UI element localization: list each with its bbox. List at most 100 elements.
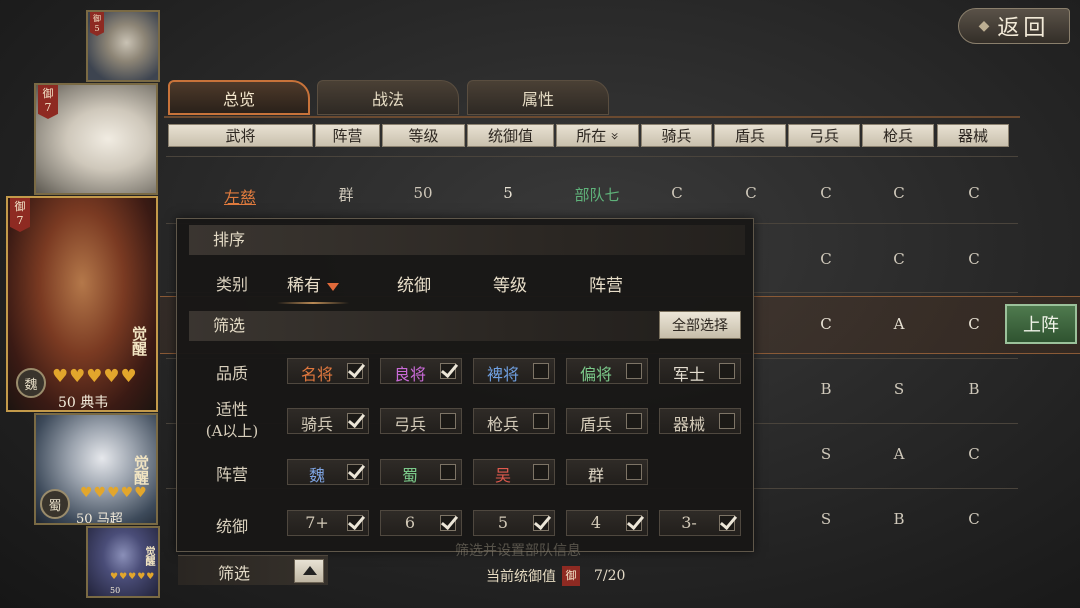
row-divider [166,156,1018,157]
checkbox-checked-icon[interactable] [533,515,549,531]
deploy-button[interactable]: 上阵 [1005,304,1077,344]
header-leadership[interactable]: 统御值 [467,124,554,147]
filter-chip-camp[interactable]: 蜀 [380,459,462,485]
general-card[interactable]: 觉醒 蜀 ♥♥♥♥♥ 50 马超 [34,413,158,525]
aptitude-spear: A [893,315,905,333]
checkbox-checked-icon[interactable] [626,515,642,531]
header-shield[interactable]: 盾兵 [714,124,786,147]
quality-label: 品质 [215,364,248,383]
filter-chip-aptitude[interactable]: 骑兵 [287,408,369,434]
filter-toggle-label: 筛选 [218,564,251,583]
filter-chip-camp[interactable]: 群 [566,459,648,485]
awaken-mark: 觉醒 [143,546,154,566]
checkbox-checked-icon[interactable] [719,515,735,531]
checkbox-checked-icon[interactable] [347,363,363,379]
filter-chip-leadership[interactable]: 3- [659,510,741,536]
aptitude-cavalry: C [671,184,683,202]
select-all-button[interactable]: 全部选择 [659,311,741,339]
filter-chip-quality[interactable]: 偏将 [566,358,648,384]
chip-label: 军士 [672,365,705,384]
chip-label: 4 [590,513,602,532]
aptitude-spear: C [893,250,905,268]
filter-chip-leadership[interactable]: 6 [380,510,462,536]
header-level[interactable]: 等级 [382,124,465,147]
general-name[interactable]: 左慈 [210,184,270,208]
sort-option-level[interactable]: 等级 [493,271,527,296]
checkbox-checked-icon[interactable] [440,515,456,531]
header-general[interactable]: 武将 [168,124,313,147]
aptitude-shield: C [745,184,757,202]
general-card[interactable]: 御7 [34,83,158,195]
aptitude-siege: C [968,184,980,202]
aptitude-spear: A [893,445,905,463]
leadership-tag: 御7 [38,85,58,119]
general-level: 50 马超 [76,512,123,525]
awaken-mark: 觉醒 [132,455,150,485]
filter-chip-leadership[interactable]: 7+ [287,510,369,536]
checkbox-icon[interactable] [626,464,642,480]
header-cavalry[interactable]: 骑兵 [641,124,712,147]
tab-attributes[interactable]: 属性 [467,80,609,115]
filter-chip-camp[interactable]: 魏 [287,459,369,485]
filter-chip-leadership[interactable]: 4 [566,510,648,536]
checkbox-checked-icon[interactable] [440,363,456,379]
header-location[interactable]: 所在 » [556,124,639,147]
leadership-status-value: 7/20 [594,568,626,584]
general-card-selected[interactable]: 御7 觉醒 魏 ♥♥♥♥♥ 50 典韦 [6,196,158,412]
checkbox-icon[interactable] [440,464,456,480]
sort-option-faction[interactable]: 阵营 [589,271,623,296]
general-card[interactable]: 御5 [86,10,160,82]
category-label: 类别 [215,275,248,294]
filter-section-title: 筛选 [189,311,659,341]
checkbox-icon[interactable] [533,363,549,379]
filter-chip-aptitude[interactable]: 弓兵 [380,408,462,434]
filter-chip-camp[interactable]: 吴 [473,459,555,485]
checkbox-icon[interactable] [719,363,735,379]
filter-toggle[interactable]: 筛选 [178,555,328,585]
header-faction[interactable]: 阵营 [315,124,380,147]
filter-chip-aptitude[interactable]: 枪兵 [473,408,555,434]
chip-label: 群 [587,466,604,485]
header-siege[interactable]: 器械 [937,124,1009,147]
leadership-badge-icon: 御 [562,566,580,586]
aptitude-spear: B [893,510,905,528]
checkbox-icon[interactable] [719,413,735,429]
back-button[interactable]: ◆ 返回 [958,8,1070,44]
faction-badge: 魏 [16,368,46,398]
aptitude-spear: C [893,184,905,202]
awaken-mark: 觉醒 [130,326,148,356]
general-card-list[interactable]: 御5 御7 御7 觉醒 魏 ♥♥♥♥♥ 50 典韦 觉醒 蜀 ♥♥♥♥♥ 50 … [0,0,170,608]
checkbox-checked-icon[interactable] [347,464,363,480]
aptitude-siege: C [968,445,980,463]
checkbox-checked-icon[interactable] [347,413,363,429]
faction-badge: 蜀 [40,489,70,519]
filter-chip-quality[interactable]: 良将 [380,358,462,384]
tab-overview[interactable]: 总览 [168,80,310,115]
filter-chip-quality[interactable]: 名将 [287,358,369,384]
header-archer[interactable]: 弓兵 [788,124,860,147]
sort-option-rarity[interactable]: 稀有 [277,271,349,304]
aptitude-siege: C [968,510,980,528]
star-hearts: ♥♥♥♥♥ [80,485,148,501]
collapse-arrow-icon[interactable] [294,559,324,583]
header-spear[interactable]: 枪兵 [862,124,934,147]
filter-chip-quality[interactable]: 军士 [659,358,741,384]
checkbox-checked-icon[interactable] [347,515,363,531]
tab-tactics[interactable]: 战法 [317,80,459,115]
sort-option-leadership[interactable]: 统御 [397,271,431,296]
filter-chip-aptitude[interactable]: 盾兵 [566,408,648,434]
checkbox-icon[interactable] [533,413,549,429]
checkbox-icon[interactable] [626,413,642,429]
chip-label: 吴 [494,466,511,485]
filter-chip-leadership[interactable]: 5 [473,510,555,536]
checkbox-icon[interactable] [626,363,642,379]
chip-label: 名将 [300,365,333,384]
checkbox-icon[interactable] [440,413,456,429]
general-card[interactable]: 觉醒 ♥♥♥♥♥ 50 [86,526,160,598]
filter-chip-quality[interactable]: 裨将 [473,358,555,384]
filter-chip-aptitude[interactable]: 器械 [659,408,741,434]
chip-label: 蜀 [401,466,418,485]
general-faction: 群 [338,186,354,204]
sort-section-title: 排序 [189,225,745,255]
checkbox-icon[interactable] [533,464,549,480]
